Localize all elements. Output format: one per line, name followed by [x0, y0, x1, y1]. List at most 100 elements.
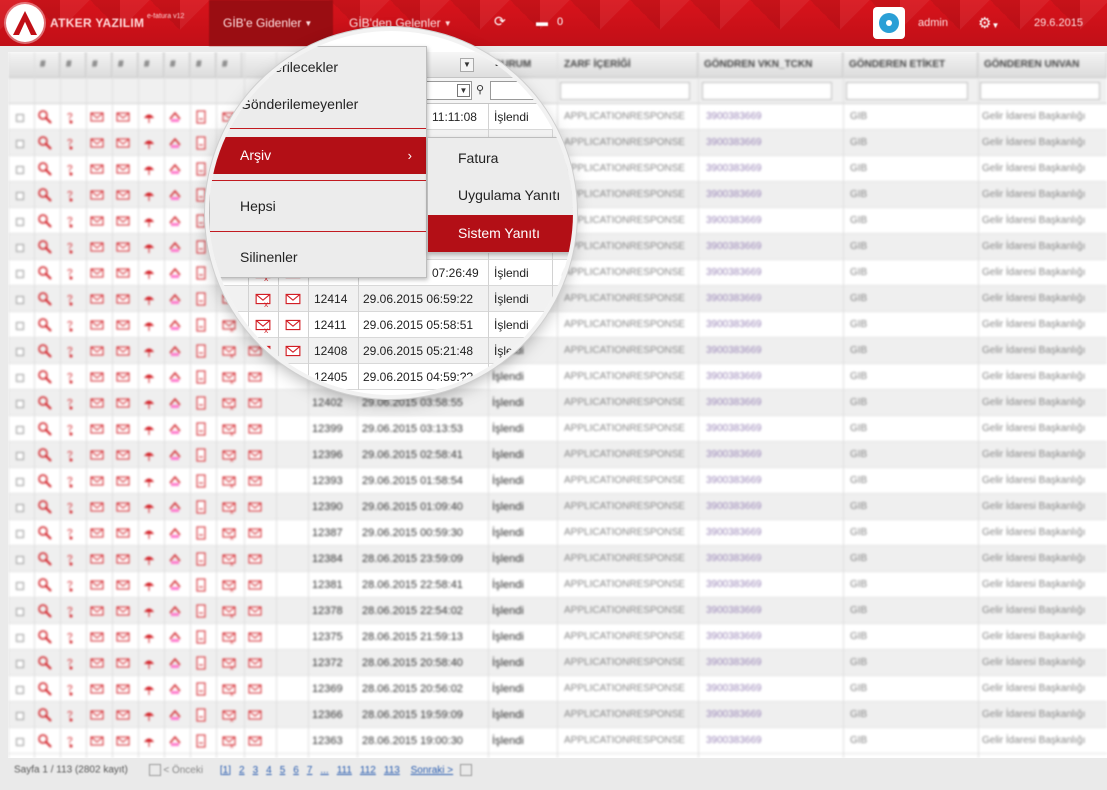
mail-reply-icon[interactable] [116, 396, 130, 410]
mail-reject-icon[interactable]: x [222, 656, 236, 672]
expand-row-icon[interactable] [16, 166, 24, 174]
filter-icon[interactable]: ⚲ [476, 83, 484, 96]
document-icon[interactable] [194, 448, 208, 462]
mail-reject-icon[interactable]: x [222, 578, 236, 594]
document-icon[interactable] [194, 474, 208, 488]
prev-page-link[interactable]: < Önceki [163, 765, 203, 776]
search-icon[interactable] [38, 656, 52, 670]
mail-open-icon[interactable] [285, 343, 301, 359]
upload-icon[interactable] [168, 526, 182, 540]
page-link[interactable]: 111 [337, 765, 352, 776]
filter-input[interactable] [846, 82, 968, 100]
mail-reply-icon[interactable] [116, 318, 130, 332]
help-icon[interactable]: ? [64, 110, 78, 124]
help-icon[interactable]: ? [64, 448, 78, 462]
submenu-item-uygulama-yaniti[interactable]: Uygulama Yanıtı [428, 177, 573, 214]
mail-reject-icon[interactable]: x [255, 291, 271, 309]
page-link[interactable]: 112 [360, 765, 376, 776]
upload-icon[interactable] [168, 474, 182, 488]
upload-icon[interactable] [168, 240, 182, 254]
column-header[interactable]: # [164, 52, 190, 78]
mail-open-icon[interactable] [285, 317, 301, 333]
document-icon[interactable] [194, 318, 208, 332]
document-icon[interactable] [194, 370, 208, 384]
help-icon[interactable]: ? [64, 474, 78, 488]
help-icon[interactable]: ? [64, 240, 78, 254]
umbrella-icon[interactable] [142, 500, 156, 514]
page-link[interactable]: [1] [220, 765, 231, 776]
document-icon[interactable] [194, 188, 208, 202]
umbrella-icon[interactable] [142, 578, 156, 592]
username[interactable]: admin [918, 17, 948, 29]
mail-reply-icon[interactable] [116, 188, 130, 202]
column-header[interactable]: GÖNDEREN UNVAN [978, 52, 1107, 78]
mail-open-icon[interactable] [248, 396, 262, 410]
mail-reject-icon[interactable]: x [255, 317, 271, 335]
search-icon[interactable] [38, 578, 52, 592]
document-icon[interactable] [194, 708, 208, 722]
upload-icon[interactable] [168, 188, 182, 202]
mail-open-icon[interactable] [248, 656, 262, 670]
mail-reject-icon[interactable]: x [222, 448, 236, 464]
expand-row-icon[interactable] [16, 686, 24, 694]
mail-open-icon[interactable] [248, 682, 262, 696]
table-row[interactable]: x 12414 29.06.2015 06:59:22 İşlendi APPLICAT… [209, 286, 573, 312]
page-link[interactable]: 113 [384, 765, 400, 776]
column-header[interactable]: # [138, 52, 164, 78]
search-icon[interactable] [38, 500, 52, 514]
expand-row-icon[interactable] [16, 296, 24, 304]
mail-reject-icon[interactable]: x [222, 734, 236, 750]
search-icon[interactable] [38, 162, 52, 176]
column-header[interactable]: # [86, 52, 112, 78]
refresh-icon[interactable]: ⟳ [494, 13, 506, 30]
submenu-item-fatura[interactable]: Fatura [428, 140, 573, 177]
upload-icon[interactable] [168, 136, 182, 150]
help-icon[interactable]: ? [64, 604, 78, 618]
column-header[interactable]: GÖNDEREN ETİKET [843, 52, 978, 78]
mail-reply-icon[interactable] [116, 500, 130, 514]
mail-reply-icon[interactable] [116, 240, 130, 254]
mail-reply-icon[interactable] [116, 422, 130, 436]
mail-open-icon[interactable] [248, 708, 262, 722]
help-icon[interactable]: ? [64, 188, 78, 202]
menu-item-arsiv[interactable]: Arşiv › [210, 137, 426, 174]
search-icon[interactable] [38, 526, 52, 540]
search-icon[interactable] [38, 474, 52, 488]
document-icon[interactable] [194, 422, 208, 436]
filter-input[interactable] [560, 82, 690, 100]
mail-reply-icon[interactable] [116, 734, 130, 748]
help-icon[interactable]: ? [64, 162, 78, 176]
mail-icon[interactable] [90, 708, 104, 722]
document-icon[interactable] [194, 110, 208, 124]
umbrella-icon[interactable] [142, 318, 156, 332]
submenu-item-sistem-yaniti[interactable]: Sistem Yanıtı [428, 215, 573, 252]
help-icon[interactable]: ? [64, 552, 78, 566]
help-icon[interactable]: ? [64, 370, 78, 384]
expand-row-icon[interactable] [16, 244, 24, 252]
document-icon[interactable] [194, 656, 208, 670]
document-icon[interactable] [194, 578, 208, 592]
umbrella-icon[interactable] [142, 396, 156, 410]
mail-reject-icon[interactable]: x [222, 630, 236, 646]
filter-input[interactable] [980, 82, 1100, 100]
upload-icon[interactable] [168, 422, 182, 436]
mail-icon[interactable] [90, 604, 104, 618]
mail-icon[interactable] [90, 656, 104, 670]
logo[interactable] [6, 4, 44, 42]
help-icon[interactable]: ? [64, 682, 78, 696]
gear-icon[interactable]: ⚙▼ [978, 14, 999, 32]
mail-icon[interactable] [90, 734, 104, 748]
upload-icon[interactable] [168, 656, 182, 670]
help-icon[interactable]: ? [64, 500, 78, 514]
mail-open-icon[interactable] [248, 526, 262, 540]
column-header[interactable]: # [112, 52, 138, 78]
umbrella-icon[interactable] [142, 214, 156, 228]
search-icon[interactable] [38, 422, 52, 436]
expand-row-icon[interactable] [16, 374, 24, 382]
search-icon[interactable] [38, 136, 52, 150]
expand-row-icon[interactable] [16, 608, 24, 616]
umbrella-icon[interactable] [142, 292, 156, 306]
mail-icon[interactable] [90, 370, 104, 384]
mail-icon[interactable] [90, 188, 104, 202]
mail-icon[interactable] [90, 448, 104, 462]
